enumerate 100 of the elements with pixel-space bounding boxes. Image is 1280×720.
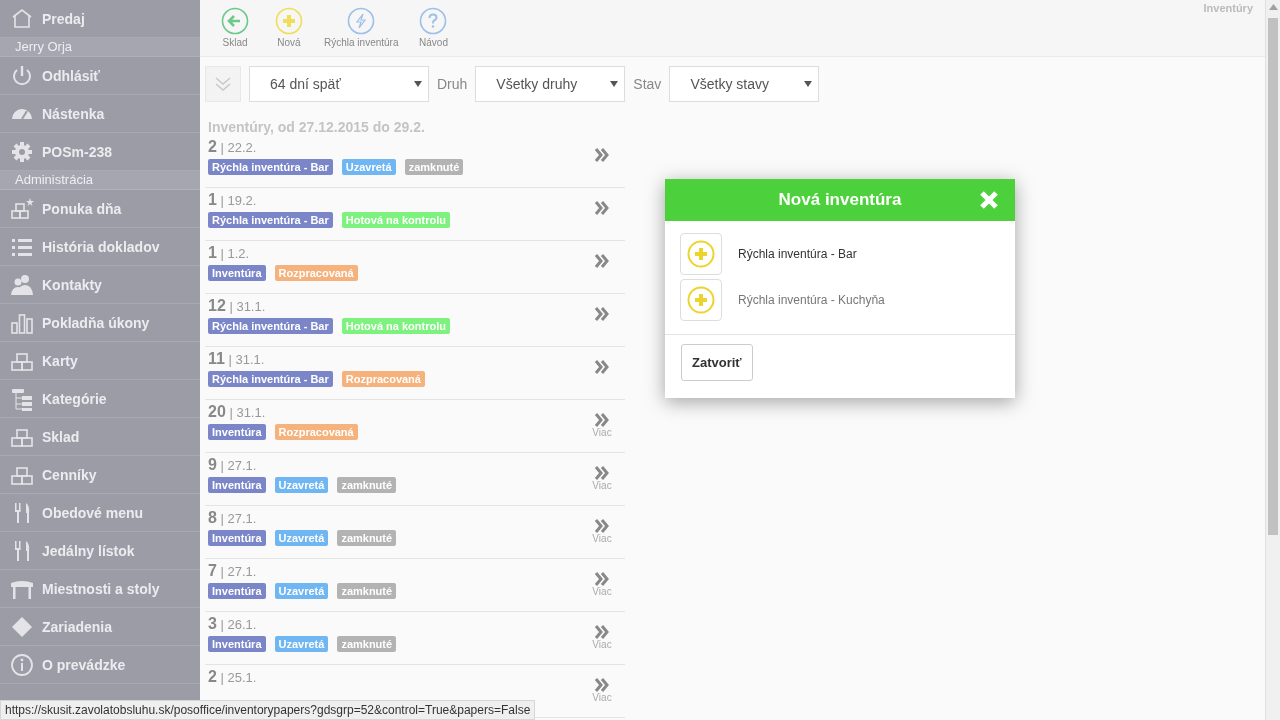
status-tag: zamknuté xyxy=(404,159,464,175)
more-link[interactable]: Viac xyxy=(592,480,612,491)
status-tag: Rozpracovaná xyxy=(341,371,425,387)
toolbar-button[interactable]: Rýchla inventúra xyxy=(318,0,405,48)
inventory-title: 2 | 25.1. xyxy=(208,668,258,686)
double-chevron-right-icon[interactable] xyxy=(594,678,610,692)
power-icon xyxy=(10,63,34,88)
more-link[interactable]: Viac xyxy=(592,586,612,597)
caret-icon xyxy=(804,81,813,87)
status-tag: Uzavretá xyxy=(274,477,329,493)
option-label[interactable]: Rýchla inventúra - Bar xyxy=(738,247,857,261)
people-icon xyxy=(10,272,34,297)
inventory-title: 2 | 22.2. xyxy=(208,138,258,156)
double-chevron-down-icon xyxy=(213,74,233,94)
status-tag: Uzavretá xyxy=(274,530,329,546)
inventory-title: 8 | 27.1. xyxy=(208,509,258,527)
dropdown[interactable]: Všetky stavy xyxy=(669,66,820,102)
info-icon xyxy=(10,652,34,677)
sidebar-item[interactable]: Nástenka xyxy=(0,95,200,133)
sidebar-section-label: Jerry Orja xyxy=(0,38,200,57)
toolbar-button[interactable]: Nová xyxy=(264,0,314,48)
more-link[interactable]: Viac xyxy=(592,427,612,438)
add-icon xyxy=(687,286,715,314)
inventory-title: 11 | 31.1. xyxy=(208,350,266,368)
lightning-icon xyxy=(347,7,376,35)
tree-icon xyxy=(10,386,34,411)
toolbar-button[interactable]: Návod xyxy=(408,0,459,48)
gear-icon xyxy=(10,139,34,164)
double-chevron-right-icon[interactable] xyxy=(594,413,610,427)
status-tag: Uzavretá xyxy=(341,159,396,175)
more-link[interactable]: Viac xyxy=(592,639,612,650)
help-icon xyxy=(419,7,448,35)
sidebar-item[interactable]: Miestnosti a stoly xyxy=(0,570,200,608)
filter-label: Druh xyxy=(437,76,468,92)
status-tag: Uzavretá xyxy=(274,636,329,652)
status-tag: Rozpracovaná xyxy=(274,265,358,281)
inventory-title: 9 | 27.1. xyxy=(208,456,258,474)
inventory-title: 3 | 26.1. xyxy=(208,615,258,633)
inventory-title: 12 | 31.1. xyxy=(208,297,267,315)
status-tag: Hotová na kontrolu xyxy=(341,318,450,334)
sidebar-item[interactable]: Kategórie xyxy=(0,380,200,418)
status-tag: Hotová na kontrolu xyxy=(341,212,450,228)
status-tag: Inventúra xyxy=(208,424,266,440)
double-chevron-right-icon[interactable] xyxy=(594,307,610,321)
double-chevron-right-icon[interactable] xyxy=(594,148,610,162)
double-chevron-right-icon[interactable] xyxy=(594,466,610,480)
sidebar-item[interactable]: Zariadenia xyxy=(0,608,200,646)
status-tag: zamknuté xyxy=(337,530,397,546)
sidebar-item[interactable]: História dokladov xyxy=(0,228,200,266)
status-tag: Rýchla inventúra - Bar xyxy=(208,212,333,228)
option-label[interactable]: Rýchla inventúra - Kuchyňa xyxy=(738,293,885,307)
status-tag: Rýchla inventúra - Bar xyxy=(208,371,333,387)
status-bar-url: https://skusit.zavolatobsluhu.sk/posoffice/inventorypapers?gdsgrp=52&control=True&papers=False xyxy=(0,700,536,720)
sidebar-item[interactable]: Pokladňa úkony xyxy=(0,304,200,342)
status-tag: Inventúra xyxy=(208,583,266,599)
boxes-star-icon xyxy=(10,196,34,221)
filter-label: Stav xyxy=(633,76,662,92)
status-tag: Uzavretá xyxy=(274,583,329,599)
dialog-title: Nová inventúra xyxy=(778,190,902,210)
double-chevron-right-icon[interactable] xyxy=(594,201,610,215)
status-tag: Rýchla inventúra - Bar xyxy=(208,318,333,334)
status-tag: Rýchla inventúra - Bar xyxy=(208,159,333,175)
caret-icon xyxy=(610,81,619,87)
sidebar-item[interactable]: Kontakty xyxy=(0,266,200,304)
double-chevron-right-icon[interactable] xyxy=(594,625,610,639)
status-tag: Inventúra xyxy=(208,636,266,652)
dropdown[interactable]: Všetky druhy xyxy=(475,66,626,102)
double-chevron-right-icon[interactable] xyxy=(594,572,610,586)
page-title: Inventúry xyxy=(1203,1,1254,14)
sidebar-item[interactable]: Sklad xyxy=(0,418,200,456)
status-tag: zamknuté xyxy=(337,583,397,599)
status-tag: Rozpracovaná xyxy=(274,424,358,440)
inventory-title: 1 | 1.2. xyxy=(208,244,251,262)
double-chevron-right-icon[interactable] xyxy=(594,519,610,533)
close-button[interactable]: Zatvoriť xyxy=(681,344,753,381)
inventory-title: 1 | 19.2. xyxy=(208,191,258,209)
close-icon[interactable] xyxy=(979,190,999,210)
house-icon xyxy=(10,6,34,31)
sidebar-item[interactable]: Ponuka dňa xyxy=(0,190,200,228)
inventory-title: 7 | 27.1. xyxy=(208,562,258,580)
sidebar-item[interactable]: Karty xyxy=(0,342,200,380)
dropdown[interactable]: 64 dní späť xyxy=(249,66,429,102)
status-tag: Inventúra xyxy=(208,477,266,493)
add-icon xyxy=(687,240,715,268)
more-link[interactable]: Viac xyxy=(592,692,612,703)
sidebar-section-label: Administrácia xyxy=(0,171,200,190)
diamond-icon xyxy=(10,614,34,639)
double-chevron-right-icon[interactable] xyxy=(594,360,610,374)
scrollbar[interactable] xyxy=(1265,0,1280,720)
status-tag: Inventúra xyxy=(208,265,266,281)
add-icon xyxy=(275,7,303,35)
status-tag: zamknuté xyxy=(337,477,397,493)
sidebar-item[interactable]: Cenníky xyxy=(0,456,200,494)
status-tag: Inventúra xyxy=(208,530,266,546)
toolbar-button[interactable]: Sklad xyxy=(210,0,260,48)
more-link[interactable]: Viac xyxy=(592,533,612,544)
status-tag: zamknuté xyxy=(337,636,397,652)
inventory-title: 20 | 31.1. xyxy=(208,403,267,421)
scroll-up-arrow-icon[interactable] xyxy=(1269,4,1278,10)
double-chevron-right-icon[interactable] xyxy=(594,254,610,268)
